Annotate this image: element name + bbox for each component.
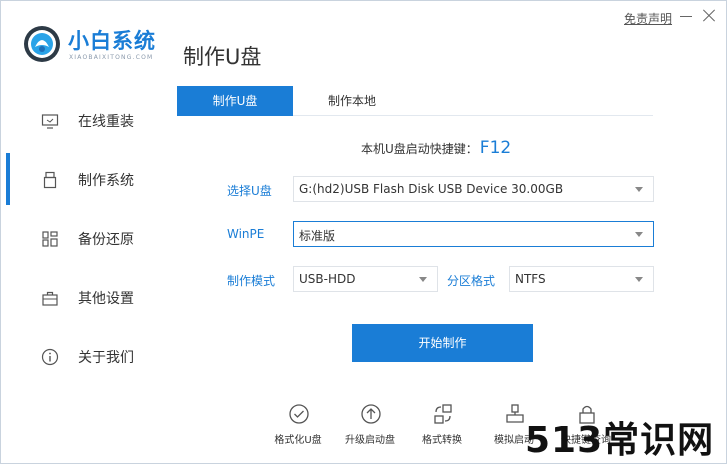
usb-select[interactable]: G:(hd2)USB Flash Disk USB Device 30.00GB: [293, 176, 654, 202]
winpe-select-value: 标准版: [299, 229, 336, 243]
app-subtitle: XIAOBAIXITONG.COM: [69, 54, 154, 61]
convert-icon: [434, 404, 452, 424]
mode-select[interactable]: USB-HDD: [293, 266, 438, 292]
hotkey-info: 本机U盘启动快捷键： F12: [361, 138, 511, 158]
sidebar-item-backup-restore[interactable]: 备份还原: [1, 218, 176, 258]
mode-label: 制作模式: [227, 274, 276, 288]
usb-select-value: G:(hd2)USB Flash Disk USB Device 30.00GB: [299, 182, 564, 196]
partition-select-value: NTFS: [515, 272, 546, 286]
logo-icon: [24, 26, 60, 62]
usb-select-label: 选择U盘: [227, 184, 272, 198]
page-title: 制作U盘: [183, 45, 262, 69]
watermark: 513常识网: [525, 420, 715, 461]
sidebar-item-label: 备份还原: [78, 232, 134, 248]
minimize-button[interactable]: [677, 7, 695, 25]
briefcase-icon: [42, 291, 58, 306]
disclaimer-link[interactable]: 免责声明: [624, 10, 672, 27]
tool-label: 升级启动盘: [345, 435, 395, 446]
usb-drive-icon: [43, 171, 57, 189]
sidebar-item-label: 制作系统: [78, 173, 134, 189]
hotkey-key: F12: [479, 138, 512, 158]
simulate-icon: [506, 404, 524, 423]
upgrade-icon: [361, 404, 381, 424]
tool-upgrade-boot[interactable]: 升级启动盘: [335, 403, 405, 453]
sidebar-item-other-settings[interactable]: 其他设置: [1, 277, 176, 317]
sidebar-item-about-us[interactable]: 关于我们: [1, 336, 176, 376]
tab-make-local[interactable]: 制作本地: [293, 86, 411, 116]
app-window: 免责声明 小白系统 XIAOBAIXITONG.COM 制作U盘 在线重装 制作…: [0, 0, 727, 464]
winpe-label: WinPE: [227, 227, 265, 241]
tool-format-convert[interactable]: 格式转换: [407, 403, 477, 453]
partition-select[interactable]: NTFS: [509, 266, 654, 292]
chevron-down-icon: [635, 232, 643, 237]
app-logo: 小白系统 XIAOBAIXITONG.COM: [21, 23, 171, 67]
sidebar-item-make-system[interactable]: 制作系统: [1, 153, 176, 205]
sidebar-item-label: 在线重装: [78, 114, 134, 130]
info-icon: [41, 348, 59, 366]
tool-format-usb[interactable]: 格式化U盘: [263, 403, 333, 453]
close-button[interactable]: [700, 7, 718, 25]
sidebar-item-online-reinstall[interactable]: 在线重装: [1, 100, 176, 140]
sidebar: 在线重装 制作系统 备份还原 其他设置 关于我们: [1, 91, 176, 391]
sidebar-item-label: 其他设置: [78, 291, 134, 307]
winpe-select[interactable]: 标准版: [293, 221, 654, 247]
chevron-down-icon: [635, 277, 643, 282]
monitor-icon: [41, 114, 59, 129]
partition-label: 分区格式: [447, 274, 496, 288]
check-circle-icon: [289, 404, 309, 424]
sidebar-item-label: 关于我们: [78, 350, 134, 366]
start-make-button[interactable]: 开始制作: [352, 324, 533, 362]
chevron-down-icon: [419, 277, 427, 282]
app-name: 小白系统: [68, 29, 156, 53]
tool-label: 格式转换: [422, 435, 462, 446]
tab-make-usb[interactable]: 制作U盘: [177, 86, 293, 116]
tool-label: 格式化U盘: [274, 435, 322, 446]
tab-bar: 制作U盘 制作本地: [177, 86, 653, 116]
backup-icon: [42, 231, 58, 247]
chevron-down-icon: [635, 187, 643, 192]
mode-select-value: USB-HDD: [299, 272, 356, 286]
hotkey-label: 本机U盘启动快捷键：: [361, 142, 478, 156]
